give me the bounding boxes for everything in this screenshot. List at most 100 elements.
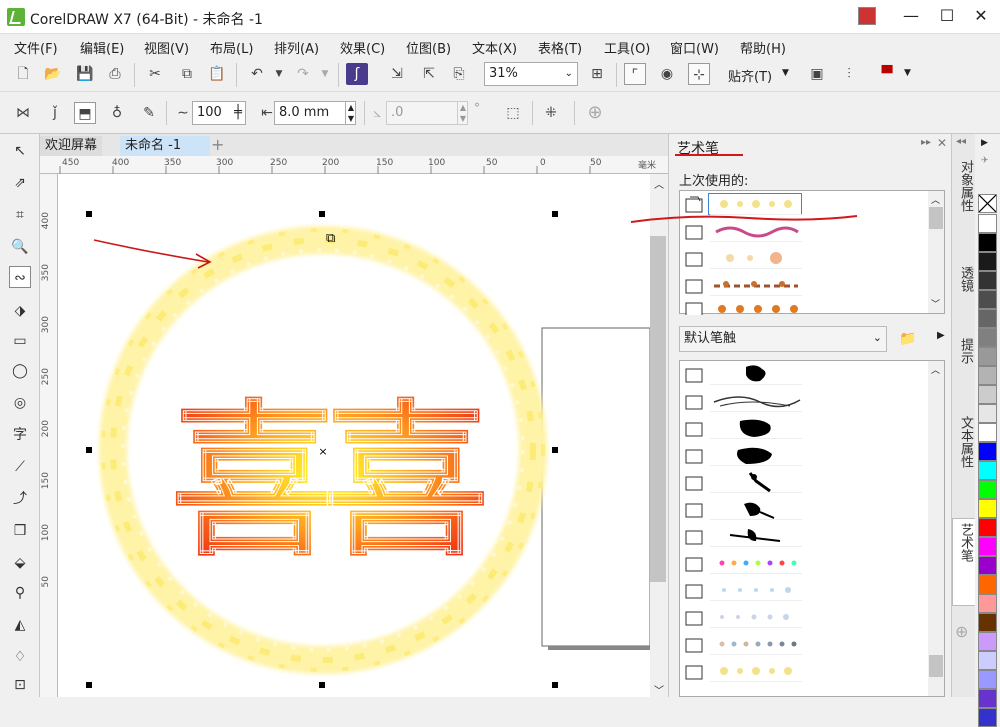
tab-object-properties[interactable]: 对象属性: [952, 156, 975, 268]
scroll-up-icon[interactable]: ︿: [931, 193, 940, 206]
list-item[interactable]: [682, 469, 802, 496]
zoom-level-select[interactable]: 31% ⌄: [484, 62, 578, 86]
mesh-fill-tool-icon[interactable]: ⊡: [9, 674, 31, 696]
transparency-tool-icon[interactable]: ⬙: [9, 552, 31, 574]
add-docker-icon[interactable]: ⊕: [955, 622, 968, 641]
menu-window[interactable]: 窗口(W): [670, 38, 719, 57]
new-document-icon[interactable]: 🗋: [12, 63, 34, 85]
default-brushes-list[interactable]: ︿: [679, 360, 945, 697]
angle-input[interactable]: .0 ▲ ▼: [386, 101, 468, 125]
edit-brush-icon[interactable]: ⬚: [502, 102, 524, 124]
menu-bitmaps[interactable]: 位图(B): [406, 38, 451, 57]
list-item[interactable]: [682, 523, 802, 550]
tab-hints[interactable]: 提示: [952, 334, 975, 404]
tab-text-properties[interactable]: 文本属性: [952, 412, 975, 524]
pick-tool-icon[interactable]: ↖: [9, 140, 31, 162]
color-swatch[interactable]: [978, 233, 997, 252]
spin-stepper-icon[interactable]: ▲ ▼: [456, 102, 466, 124]
docker-menu-arrow-icon[interactable]: ▶: [937, 330, 945, 341]
scrollbar-thumb[interactable]: [650, 236, 666, 582]
text-tool-icon[interactable]: 字: [9, 424, 31, 446]
color-swatch[interactable]: [978, 404, 997, 423]
menu-table[interactable]: 表格(T): [538, 38, 582, 57]
recent-list-scrollbar[interactable]: ︿ ﹀: [928, 191, 944, 313]
color-swatch[interactable]: [978, 480, 997, 499]
color-swatch[interactable]: [978, 271, 997, 290]
scrollbar-thumb[interactable]: [929, 655, 943, 677]
menu-edit[interactable]: 编辑(E): [80, 38, 124, 57]
color-swatch[interactable]: [978, 632, 997, 651]
list-item[interactable]: [682, 550, 802, 577]
color-swatch[interactable]: [978, 442, 997, 461]
ellipse-tool-icon[interactable]: ◯: [9, 360, 31, 382]
menu-tools[interactable]: 工具(O): [604, 38, 650, 57]
options-icon[interactable]: ▣: [806, 63, 828, 85]
menu-view[interactable]: 视图(V): [144, 38, 189, 57]
crop-tool-icon[interactable]: ⌗: [9, 204, 31, 226]
open-icon[interactable]: 📂: [42, 63, 64, 85]
menu-effects[interactable]: 效果(C): [340, 38, 385, 57]
docker-collapse-icon[interactable]: ▸▸: [921, 137, 931, 148]
menu-file[interactable]: 文件(F): [14, 38, 58, 57]
drawing-canvas[interactable]: 喜喜 × ⧉: [58, 174, 651, 697]
undo-icon[interactable]: ↶: [246, 63, 268, 85]
show-rulers-icon[interactable]: ⌜: [624, 63, 646, 85]
palette-pin-icon[interactable]: ✈: [981, 156, 989, 166]
browse-folder-icon[interactable]: 📁: [897, 328, 919, 350]
list-item[interactable]: [682, 496, 802, 523]
scrollbar-thumb[interactable]: [929, 207, 943, 229]
cut-icon[interactable]: ✂: [144, 63, 166, 85]
list-item[interactable]: [682, 658, 802, 685]
eyedropper-tool-icon[interactable]: ⚲: [9, 582, 31, 604]
list-item[interactable]: [682, 415, 802, 442]
color-swatch[interactable]: [978, 252, 997, 271]
export-icon[interactable]: ⇱: [418, 63, 440, 85]
tab-welcome-screen[interactable]: 欢迎屏幕: [40, 136, 103, 156]
no-color-swatch[interactable]: [978, 194, 997, 213]
color-swatch[interactable]: [978, 556, 997, 575]
color-swatch[interactable]: [978, 499, 997, 518]
brush-category-select[interactable]: 默认笔触 ⌄: [679, 326, 887, 352]
print-icon[interactable]: ⎙: [104, 63, 126, 85]
preset-brush-icon[interactable]: ⋈: [12, 102, 34, 124]
smart-drawing-tool-icon[interactable]: ♢: [9, 646, 31, 668]
object-spray-icon[interactable]: ⁜: [540, 102, 562, 124]
close-button[interactable]: ✕: [970, 6, 992, 26]
show-grid-icon[interactable]: ◉: [656, 63, 678, 85]
color-swatch[interactable]: [978, 613, 997, 632]
snap-to-dropdown-icon[interactable]: ▼: [782, 68, 789, 78]
new-tab-icon[interactable]: +: [206, 136, 229, 156]
import-icon[interactable]: ⇲: [386, 63, 408, 85]
minimize-button[interactable]: —: [900, 6, 922, 26]
menu-text[interactable]: 文本(X): [472, 38, 517, 57]
menu-layout[interactable]: 布局(L): [210, 38, 253, 57]
brush-mode-icon[interactable]: ǰ: [44, 102, 66, 124]
maximize-button[interactable]: ☐: [936, 6, 958, 26]
double-happiness-text[interactable]: 喜喜: [170, 384, 502, 581]
calligraphic-mode-icon[interactable]: ✎: [138, 102, 160, 124]
save-icon[interactable]: 💾: [74, 63, 96, 85]
menu-help[interactable]: 帮助(H): [740, 38, 786, 57]
tab-artistic-media[interactable]: 艺术笔: [952, 518, 975, 606]
color-swatch[interactable]: [978, 423, 997, 442]
color-swatch[interactable]: [978, 594, 997, 613]
list-item[interactable]: [682, 245, 802, 272]
smoothing-input[interactable]: 100 ╪: [192, 101, 246, 125]
show-guidelines-icon[interactable]: ⊹: [688, 63, 710, 85]
scroll-up-icon[interactable]: ︿: [931, 363, 940, 376]
redo-icon[interactable]: ↷: [292, 63, 314, 85]
dimension-tool-icon[interactable]: ⟋: [9, 456, 31, 478]
sprayer-mode-icon[interactable]: ♁: [106, 102, 128, 124]
zoom-tool-icon[interactable]: 🔍: [9, 236, 31, 258]
search-content-icon[interactable]: ʃ: [346, 63, 368, 85]
spin-stepper-icon[interactable]: ▲ ▼: [344, 102, 354, 124]
launcher-dropdown-icon[interactable]: ▼: [904, 68, 911, 78]
application-launcher-icon[interactable]: ⫶: [838, 63, 860, 85]
color-swatch[interactable]: [978, 214, 997, 233]
snap-to-button[interactable]: 贴齐(T): [728, 66, 772, 85]
color-swatch[interactable]: [978, 385, 997, 404]
color-swatch[interactable]: [978, 290, 997, 309]
default-list-scrollbar[interactable]: ︿: [928, 361, 944, 696]
vertical-ruler[interactable]: 400 350 300 250 200 150 100 50: [40, 174, 58, 697]
freehand-tool-icon[interactable]: ∾: [9, 266, 31, 288]
